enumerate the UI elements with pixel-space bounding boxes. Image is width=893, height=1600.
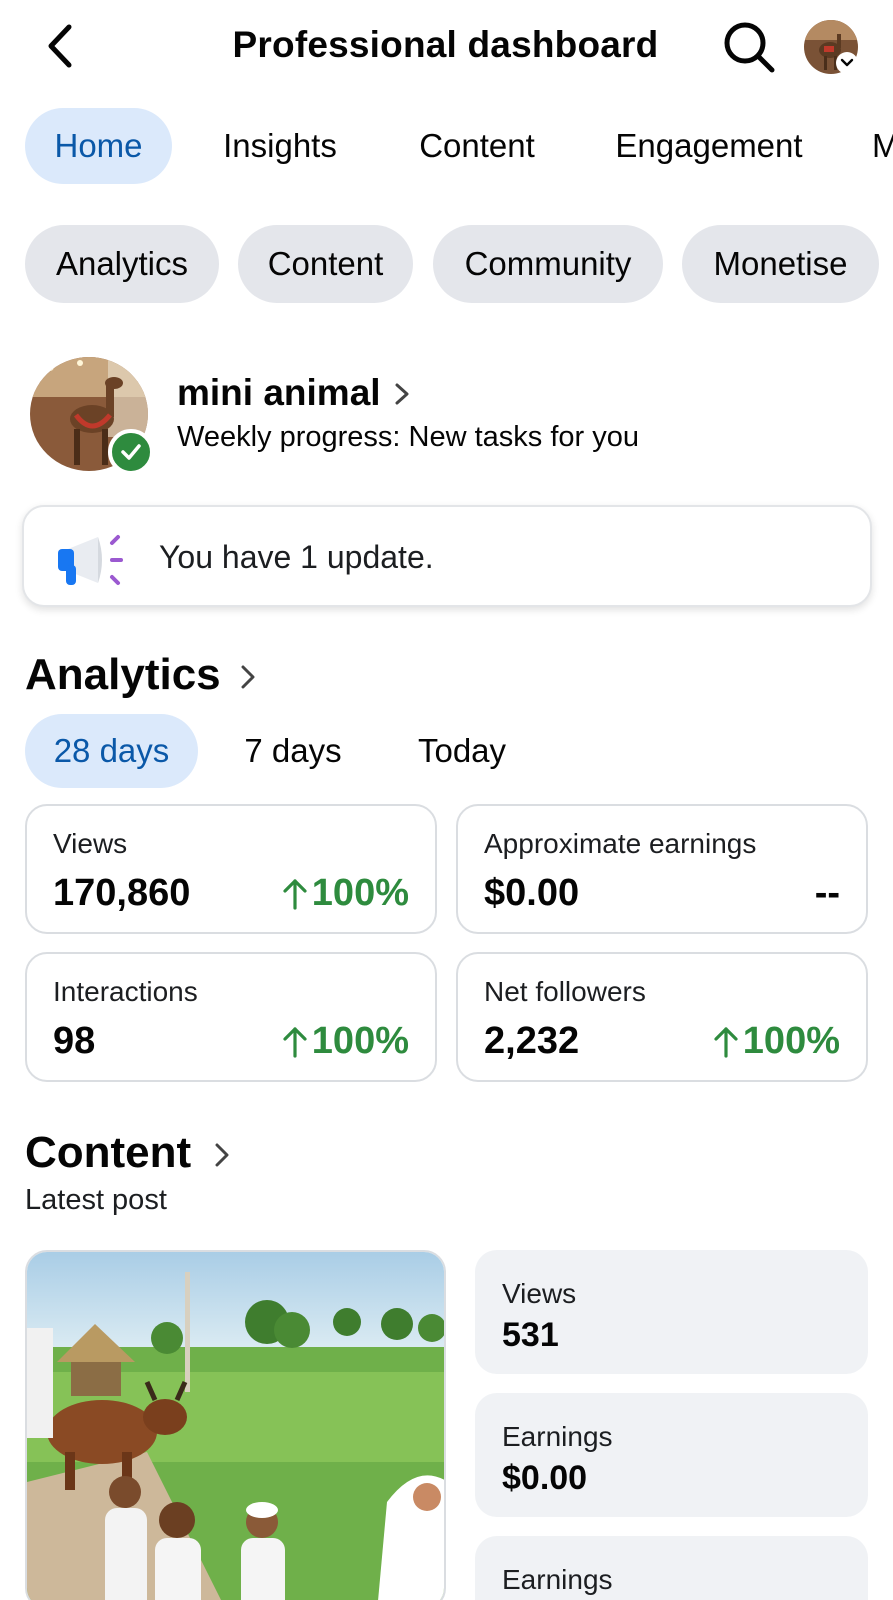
chevron-right-icon[interactable] bbox=[210, 1140, 234, 1170]
metric-value: 98 bbox=[53, 1020, 96, 1062]
megaphone-icon bbox=[58, 535, 123, 585]
stat-label: Earnings bbox=[502, 1421, 613, 1452]
arrow-up-icon bbox=[714, 1026, 738, 1058]
top-tabs: Home Insights Content Engagement M bbox=[0, 108, 893, 186]
metric-card-views[interactable]: Views 170,860 100% bbox=[25, 804, 437, 934]
metric-value: 2,232 bbox=[484, 1020, 580, 1062]
metric-change: 100% bbox=[282, 872, 409, 915]
update-text: You have 1 update. bbox=[159, 539, 434, 575]
stat-card-earnings-2: Earnings bbox=[475, 1536, 868, 1600]
checkmark-icon bbox=[121, 444, 141, 460]
period-7-days[interactable]: 7 days bbox=[228, 714, 358, 788]
chevron-down-icon bbox=[840, 58, 854, 67]
metric-card-net-followers[interactable]: Net followers 2,232 100% bbox=[456, 952, 868, 1082]
metric-change-value: 100% bbox=[311, 1020, 409, 1062]
metric-card-earnings[interactable]: Approximate earnings $0.00 -- bbox=[456, 804, 868, 934]
tab-home[interactable]: Home bbox=[25, 108, 172, 184]
stat-card-views: Views 531 bbox=[475, 1250, 868, 1374]
stat-label: Views bbox=[502, 1278, 577, 1309]
tab-more[interactable]: M bbox=[872, 108, 893, 184]
metric-label: Net followers bbox=[484, 976, 646, 1007]
profile-name[interactable]: mini animal bbox=[177, 372, 381, 414]
metric-label: Views bbox=[53, 828, 128, 859]
chip-monetise[interactable]: Monetise bbox=[682, 225, 879, 303]
stat-label: Earnings bbox=[502, 1564, 613, 1595]
metric-change-value: -- bbox=[814, 872, 840, 914]
chip-community[interactable]: Community bbox=[433, 225, 663, 303]
content-subtitle: Latest post bbox=[25, 1184, 167, 1216]
tab-content[interactable]: Content bbox=[398, 108, 556, 184]
metric-value: 170,860 bbox=[53, 872, 191, 914]
metric-label: Interactions bbox=[53, 976, 198, 1007]
metric-label: Approximate earnings bbox=[484, 828, 757, 859]
metric-change: 100% bbox=[713, 1020, 840, 1063]
metric-value: $0.00 bbox=[484, 872, 580, 914]
arrow-up-icon bbox=[283, 1026, 307, 1058]
search-icon bbox=[724, 22, 775, 73]
stat-value: $0.00 bbox=[502, 1459, 588, 1497]
metric-change-value: 100% bbox=[311, 872, 409, 914]
chip-content[interactable]: Content bbox=[238, 225, 413, 303]
chip-analytics[interactable]: Analytics bbox=[25, 225, 219, 303]
latest-post-thumbnail[interactable] bbox=[25, 1250, 446, 1600]
analytics-heading[interactable]: Analytics bbox=[25, 650, 221, 700]
tab-engagement[interactable]: Engagement bbox=[600, 108, 818, 184]
arrow-up-icon bbox=[283, 878, 307, 910]
chevron-right-icon[interactable] bbox=[236, 662, 260, 692]
account-switch-button[interactable] bbox=[836, 52, 858, 74]
profile-subtitle[interactable]: Weekly progress: New tasks for you bbox=[177, 421, 639, 454]
stat-card-earnings: Earnings $0.00 bbox=[475, 1393, 868, 1517]
header-bar: Professional dashboard bbox=[0, 0, 893, 96]
metric-card-interactions[interactable]: Interactions 98 100% bbox=[25, 952, 437, 1082]
stat-value: 531 bbox=[502, 1316, 559, 1354]
search-button[interactable] bbox=[722, 20, 776, 74]
tab-insights[interactable]: Insights bbox=[205, 108, 355, 184]
post-image bbox=[27, 1252, 444, 1600]
period-today[interactable]: Today bbox=[402, 714, 522, 788]
content-heading[interactable]: Content bbox=[25, 1128, 191, 1178]
metric-change: 100% bbox=[282, 1020, 409, 1063]
period-28-days[interactable]: 28 days bbox=[25, 714, 198, 788]
metric-change-value: 100% bbox=[742, 1020, 840, 1062]
chevron-right-icon[interactable] bbox=[390, 380, 414, 408]
update-card[interactable]: You have 1 update. bbox=[22, 505, 872, 607]
verified-badge bbox=[108, 429, 154, 475]
